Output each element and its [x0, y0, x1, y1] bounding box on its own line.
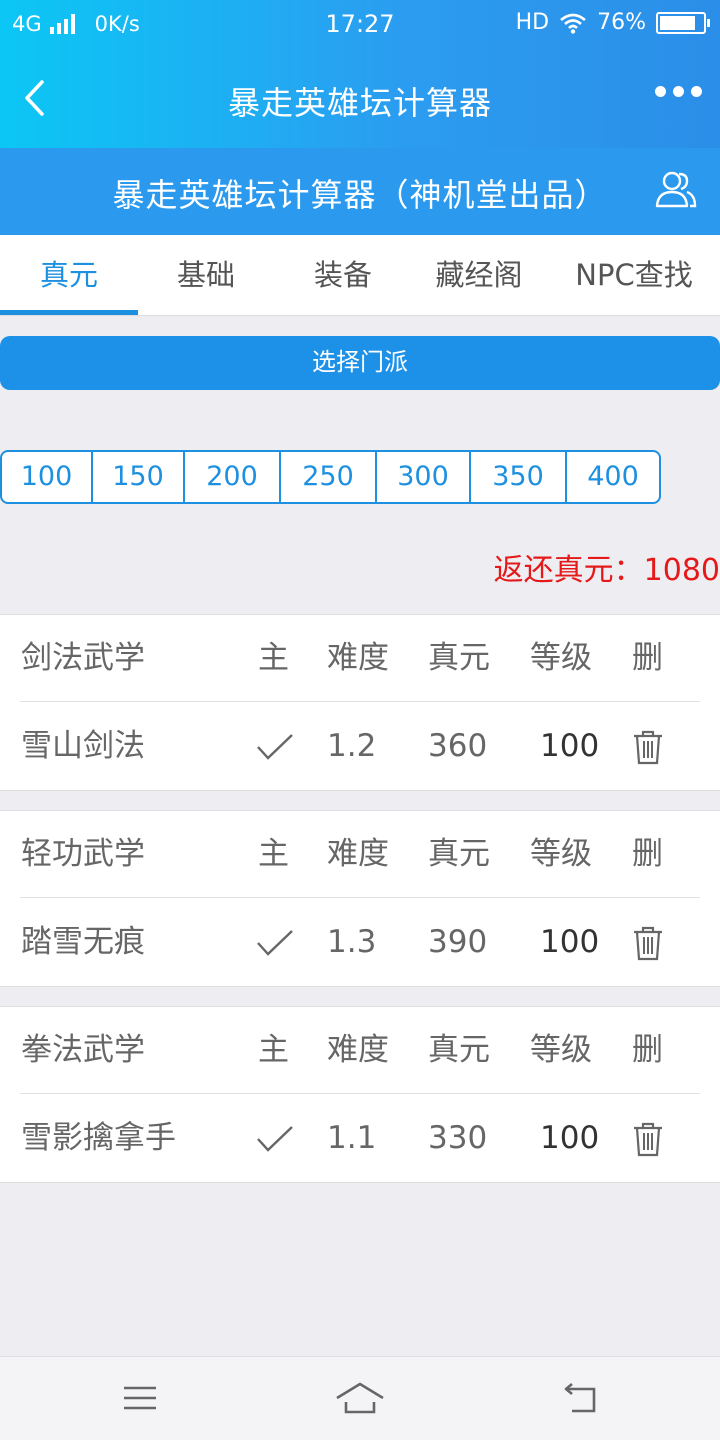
- row-divider: [20, 1093, 700, 1094]
- back-nav-button[interactable]: [550, 1375, 610, 1421]
- main-toggle[interactable]: [256, 703, 294, 790]
- skill-card-lightness: 轻功武学 主 难度 真元 等级 删 踏雪无痕 1.3 390 100: [0, 810, 720, 987]
- zhenyuan-header: 真元: [428, 1032, 490, 1068]
- check-icon: [257, 929, 293, 956]
- trash-icon: [634, 1122, 662, 1156]
- category-label: 剑法武学: [21, 640, 145, 676]
- level-option-200[interactable]: 200: [185, 452, 281, 502]
- tab-bar: 真元 基础 装备 藏经阁 NPC查找: [0, 235, 720, 316]
- level-option-400[interactable]: 400: [567, 452, 659, 502]
- app-title: 暴走英雄坛计算器（神机堂出品）: [112, 176, 608, 214]
- level-header: 等级: [530, 836, 592, 872]
- nav-bar: 暴走英雄坛计算器: [0, 48, 720, 148]
- table-row: 踏雪无痕 1.3 390 100: [0, 899, 720, 986]
- skill-name: 踏雪无痕: [21, 924, 145, 960]
- battery-fill: [660, 15, 695, 30]
- battery-icon: [656, 11, 710, 34]
- table-header: 轻功武学 主 难度 真元 等级 删: [0, 811, 720, 898]
- check-icon: [257, 1125, 293, 1152]
- table-row: 雪山剑法 1.2 360 100: [0, 703, 720, 790]
- level-header: 等级: [530, 1032, 592, 1068]
- home-button[interactable]: [330, 1375, 390, 1421]
- skill-level[interactable]: 100: [540, 1095, 599, 1182]
- table-header: 剑法武学 主 难度 真元 等级 删: [0, 615, 720, 702]
- table-header: 拳法武学 主 难度 真元 等级 删: [0, 1007, 720, 1094]
- main-header: 主: [258, 640, 289, 676]
- users-button[interactable]: [654, 168, 698, 212]
- table-row: 雪影擒拿手 1.1 330 100: [0, 1095, 720, 1182]
- skill-card-fist: 拳法武学 主 难度 真元 等级 删 雪影擒拿手 1.1 330 100: [0, 1006, 720, 1183]
- trash-icon: [634, 730, 662, 764]
- delete-button[interactable]: [632, 703, 664, 790]
- delete-header: 删: [632, 1032, 663, 1068]
- more-dot: [673, 86, 684, 97]
- more-dots-icon: [655, 86, 666, 97]
- tab-active-indicator: [0, 310, 138, 315]
- main-toggle[interactable]: [256, 1095, 294, 1182]
- skill-difficulty: 1.1: [327, 1120, 377, 1156]
- menu-button[interactable]: [110, 1375, 170, 1421]
- delete-button[interactable]: [632, 899, 664, 986]
- difficulty-header: 难度: [327, 836, 389, 872]
- status-bar: 4G 0K/s 17:27 HD 76%: [0, 0, 720, 48]
- refund-summary: 返还真元：1080: [494, 545, 720, 589]
- refund-label: 返还真元：: [493, 553, 644, 588]
- level-option-150[interactable]: 150: [93, 452, 185, 502]
- delete-header: 删: [632, 836, 663, 872]
- more-button[interactable]: [655, 86, 702, 97]
- row-divider: [20, 701, 700, 702]
- main-toggle[interactable]: [256, 899, 294, 986]
- app-subheader: 暴走英雄坛计算器（神机堂出品）: [0, 148, 720, 235]
- trash-icon: [634, 926, 662, 960]
- category-label: 拳法武学: [21, 1032, 145, 1068]
- category-label: 轻功武学: [21, 836, 145, 872]
- main-header: 主: [258, 1032, 289, 1068]
- select-sect-button[interactable]: 选择门派: [0, 336, 720, 390]
- tab-basic[interactable]: 基础: [137, 235, 275, 316]
- tab-npc-search[interactable]: NPC查找: [564, 235, 704, 316]
- users-icon: [655, 171, 697, 208]
- system-nav-bar: [0, 1356, 720, 1440]
- skill-zhenyuan: 330: [428, 1120, 488, 1156]
- refund-value: 1080: [643, 553, 720, 588]
- back-arrow-icon: [564, 1383, 596, 1413]
- level-selector: 100 150 200 250 300 350 400: [0, 450, 661, 504]
- skill-zhenyuan: 360: [428, 728, 488, 764]
- skill-card-sword: 剑法武学 主 难度 真元 等级 删 雪山剑法 1.2 360 100: [0, 614, 720, 791]
- difficulty-header: 难度: [327, 1032, 389, 1068]
- hd-indicator: HD: [515, 10, 550, 35]
- skill-level[interactable]: 100: [540, 703, 599, 790]
- row-divider: [20, 897, 700, 898]
- battery-percent: 76%: [597, 10, 646, 35]
- wifi-icon: [560, 13, 586, 34]
- skill-level[interactable]: 100: [540, 899, 599, 986]
- difficulty-header: 难度: [327, 640, 389, 676]
- zhenyuan-header: 真元: [428, 836, 490, 872]
- menu-icon: [124, 1386, 156, 1410]
- skill-name: 雪山剑法: [21, 728, 145, 764]
- tab-library[interactable]: 藏经阁: [410, 235, 548, 316]
- level-option-350[interactable]: 350: [471, 452, 567, 502]
- more-dot: [691, 86, 702, 97]
- check-icon: [257, 733, 293, 760]
- main-header: 主: [258, 836, 289, 872]
- delete-header: 删: [632, 640, 663, 676]
- skill-difficulty: 1.3: [327, 924, 377, 960]
- home-icon: [336, 1382, 384, 1414]
- level-header: 等级: [530, 640, 592, 676]
- zhenyuan-header: 真元: [428, 640, 490, 676]
- skill-difficulty: 1.2: [327, 728, 377, 764]
- tab-equipment[interactable]: 装备: [274, 235, 412, 316]
- level-option-300[interactable]: 300: [377, 452, 471, 502]
- tab-zhenyuan[interactable]: 真元: [0, 235, 138, 316]
- level-option-250[interactable]: 250: [281, 452, 377, 502]
- delete-button[interactable]: [632, 1095, 664, 1182]
- skill-zhenyuan: 390: [428, 924, 488, 960]
- status-right: HD 76%: [515, 10, 710, 35]
- page-title: 暴走英雄坛计算器: [227, 84, 492, 122]
- level-option-100[interactable]: 100: [2, 452, 93, 502]
- skill-name: 雪影擒拿手: [21, 1120, 176, 1156]
